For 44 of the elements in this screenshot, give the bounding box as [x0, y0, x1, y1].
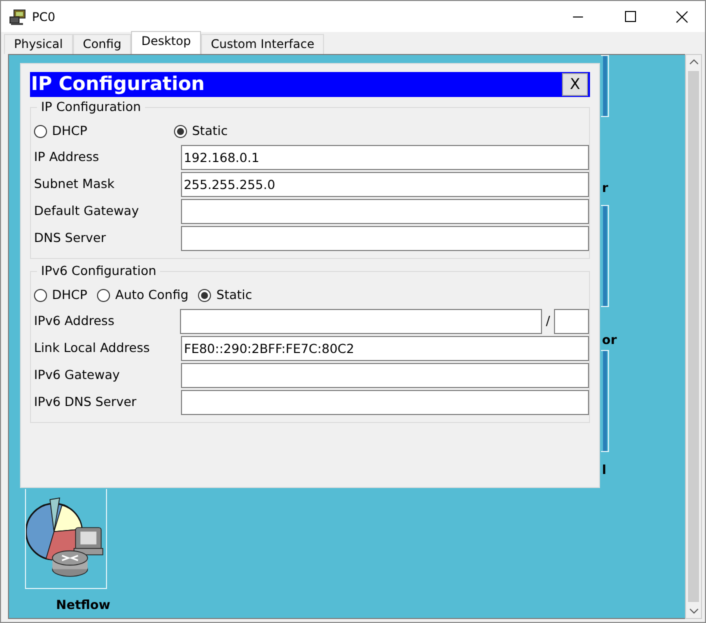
scrollbar[interactable]: [685, 54, 702, 619]
app-tile[interactable]: [601, 350, 609, 452]
field-label: Default Gateway: [34, 202, 140, 220]
input-field[interactable]: [181, 363, 589, 388]
input-field[interactable]: FE80::290:2BFF:FE7C:80C2: [181, 336, 589, 361]
field-label: Link Local Address: [34, 339, 151, 358]
field-label: IPv6 DNS Server: [34, 393, 138, 412]
separator: /: [544, 312, 552, 330]
field-label: IPv6 Gateway: [34, 366, 121, 384]
radio-option[interactable]: DHCP: [34, 122, 174, 140]
prefix-field[interactable]: [554, 309, 589, 334]
app-tile[interactable]: [601, 55, 609, 117]
input-field[interactable]: [180, 226, 589, 251]
app-tile[interactable]: [25, 489, 107, 589]
radio-option[interactable]: Static: [198, 286, 252, 304]
app-icon: [9, 8, 26, 24]
field-label: Subnet Mask: [34, 175, 116, 194]
input-field[interactable]: [180, 199, 589, 224]
tab[interactable]: Physical: [4, 34, 73, 54]
radio-option[interactable]: Auto Config: [97, 286, 188, 304]
group-legend: IP Configuration: [37, 99, 145, 115]
close-button[interactable]: X: [562, 73, 588, 96]
dialog-title: IP Configuration: [31, 75, 205, 94]
field-label: IPv6 Address: [34, 312, 116, 330]
app-label: Netflow: [56, 596, 110, 614]
app-label: r: [602, 179, 608, 197]
tab[interactable]: Desktop: [131, 31, 201, 54]
tab[interactable]: Config: [72, 34, 132, 54]
input-field[interactable]: 255.255.255.0: [180, 172, 589, 197]
group-legend: IPv6 Configuration: [37, 263, 160, 279]
maximize-icon: [624, 11, 636, 22]
input-field[interactable]: 192.168.0.1: [180, 145, 589, 170]
input-field[interactable]: [180, 309, 542, 334]
app-label: l: [602, 461, 606, 479]
field-label: IP Address: [34, 148, 100, 166]
tab[interactable]: Custom Interface: [200, 34, 324, 54]
radio-option[interactable]: DHCP: [34, 286, 88, 304]
app-label: or: [602, 331, 617, 349]
window-title: PC0: [32, 8, 56, 26]
close-icon: [676, 10, 688, 22]
app-tile[interactable]: [601, 205, 609, 307]
field-label: DNS Server: [34, 229, 107, 248]
radio-option[interactable]: Static: [174, 122, 228, 140]
input-field[interactable]: [181, 390, 589, 415]
